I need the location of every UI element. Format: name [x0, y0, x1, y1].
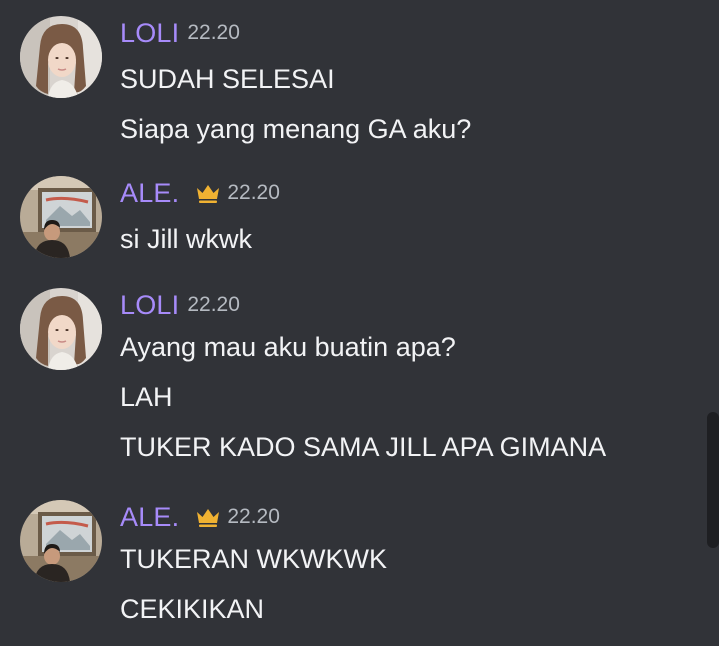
- username[interactable]: ALE.: [120, 502, 179, 533]
- man-room-avatar: [20, 500, 102, 582]
- timestamp[interactable]: 22.20: [227, 505, 280, 529]
- scrollbar-thumb[interactable]: [707, 412, 719, 548]
- woman-selfie-avatar: [20, 16, 102, 98]
- crown-icon: [195, 182, 221, 204]
- message-text: Siapa yang menang GA aku?: [120, 114, 472, 144]
- avatar[interactable]: [20, 16, 102, 98]
- crown-icon: [195, 506, 221, 528]
- username[interactable]: LOLI: [120, 18, 179, 49]
- timestamp[interactable]: 22.20: [187, 21, 240, 45]
- message-text: TUKER KADO SAMA JILL APA GIMANA: [120, 432, 607, 462]
- avatar[interactable]: [20, 176, 102, 258]
- message-text: si Jill wkwk: [120, 224, 252, 254]
- message-header: ALE. 22.20: [120, 500, 280, 534]
- message-text: SUDAH SELESAI: [120, 64, 335, 94]
- timestamp[interactable]: 22.20: [227, 181, 280, 205]
- avatar[interactable]: [20, 500, 102, 582]
- chat-messages: LOLI 22.20 SUDAH SELESAI Siapa yang mena…: [0, 0, 719, 646]
- message-text: LAH: [120, 382, 173, 412]
- message-text: Ayang mau aku buatin apa?: [120, 332, 456, 362]
- message-text: TUKERAN WKWKWK: [120, 544, 387, 574]
- man-room-avatar: [20, 176, 102, 258]
- username[interactable]: ALE.: [120, 178, 179, 209]
- timestamp[interactable]: 22.20: [187, 293, 240, 317]
- message-header: LOLI 22.20: [120, 16, 240, 50]
- username[interactable]: LOLI: [120, 290, 179, 321]
- avatar[interactable]: [20, 288, 102, 370]
- message-header: LOLI 22.20: [120, 288, 240, 322]
- message-header: ALE. 22.20: [120, 176, 280, 210]
- woman-selfie-avatar: [20, 288, 102, 370]
- message-text: CEKIKIKAN: [120, 594, 265, 624]
